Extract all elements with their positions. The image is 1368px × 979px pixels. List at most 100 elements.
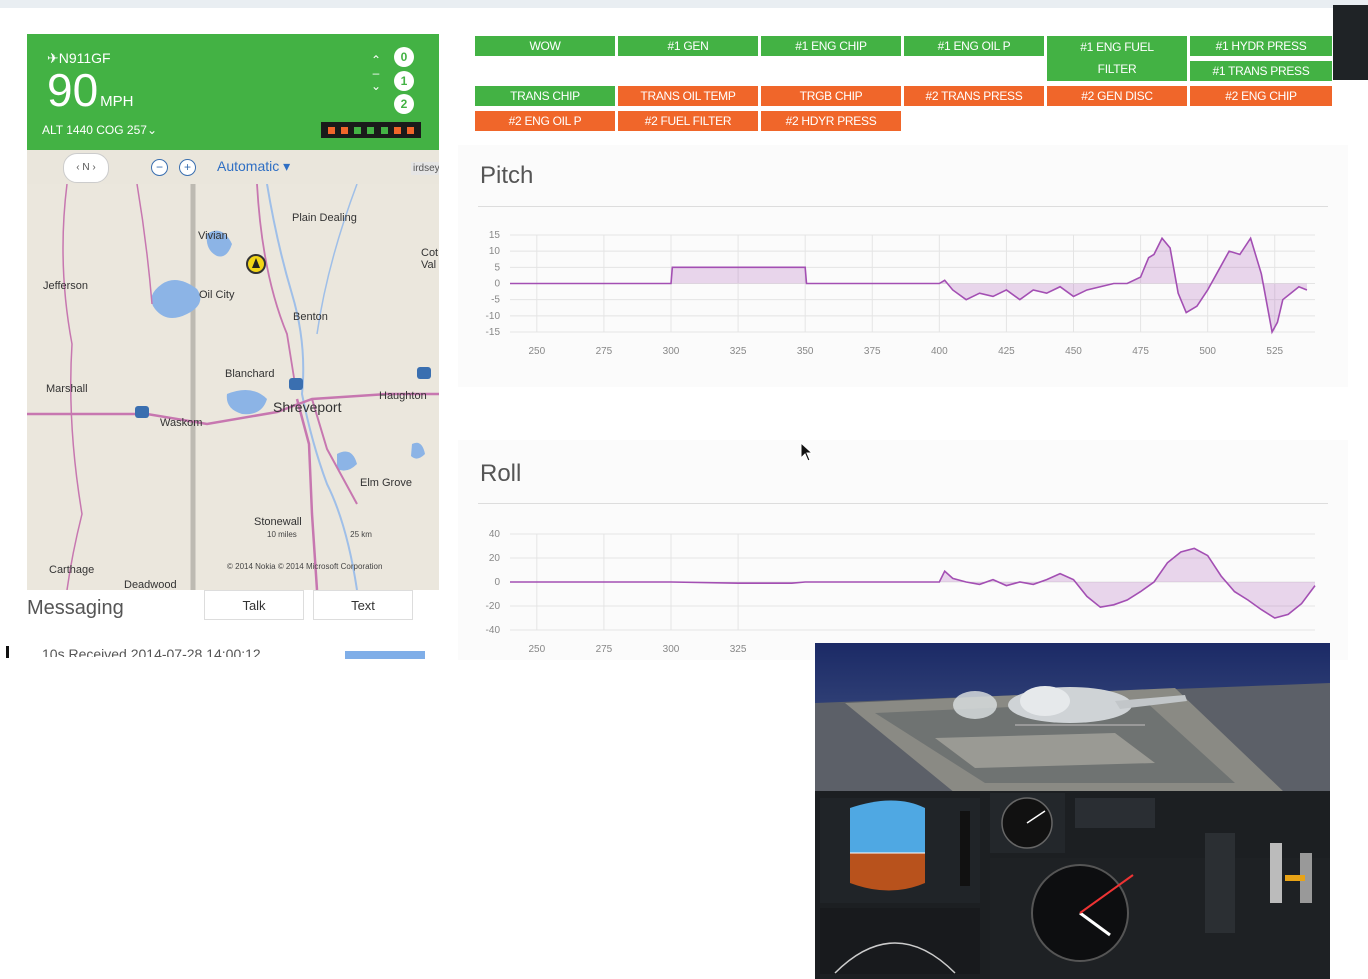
warning-1-eng-chip[interactable]: #1 ENG CHIP [761,36,901,56]
x-tick-label: 275 [596,346,613,357]
edge-marker [6,646,9,658]
message-highlight [345,651,425,659]
mouse-cursor [800,442,814,462]
zoom-out-button[interactable]: − [151,159,168,176]
y-tick-label: -5 [491,295,500,306]
y-tick-label: 0 [494,577,500,588]
x-tick-label: 275 [596,644,613,655]
warning-1-eng-oil-p[interactable]: #1 ENG OIL P [904,36,1044,56]
y-tick-label: 5 [494,262,500,273]
aircraft-card[interactable]: ✈N911GF 90 MPH ALT 1440 COG 257⌄ ⌃ – ⌄ 0 … [27,34,439,150]
flight-simulator-view[interactable] [815,643,1330,979]
status-light [328,126,336,134]
scale-miles: 10 miles [267,530,297,539]
place-label: Stonewall [254,516,302,528]
warning-trans-chip[interactable]: TRANS CHIP [475,86,615,106]
corner-panel [1333,5,1368,80]
messaging-title: Messaging [27,597,124,619]
level-1-badge[interactable]: 1 [394,71,414,91]
warning-1-eng-fuel-filter[interactable]: #1 ENG FUEL FILTER [1047,36,1187,81]
status-light [380,126,388,134]
warning-trgb-chip[interactable]: TRGB CHIP [761,86,901,106]
warning-trans-oil-temp[interactable]: TRANS OIL TEMP [618,86,758,106]
warning-2-gen-disc[interactable]: #2 GEN DISC [1047,86,1187,106]
birdseye-button[interactable]: irdseye [411,162,439,175]
status-light [367,126,375,134]
speed-readout: 90 MPH [47,66,134,126]
series-area [510,548,1315,618]
scale-km: 25 km [350,530,372,539]
warning-1-trans-press[interactable]: #1 TRANS PRESS [1190,61,1332,81]
warning-2-fuel-filter[interactable]: #2 FUEL FILTER [618,111,758,131]
place-label: Oil City [199,289,235,301]
y-tick-label: 40 [489,529,501,540]
altitude-arrows: ⌃ – ⌄ [366,54,386,93]
compass-control[interactable]: ‹ N › [63,153,109,183]
pitch-panel: Pitch 15 10 5 0 -5 -10 -15 250 275 300 325 350 375 40… [458,145,1348,387]
x-tick-label: 375 [864,346,881,357]
place-label: Blanchard [225,368,275,380]
status-light [341,126,349,134]
place-label: Jefferson [43,280,89,292]
zoom-in-button[interactable]: + [179,159,196,176]
place-label: Carthage [49,564,95,576]
warning-wow[interactable]: WOW [475,36,615,56]
warning-1-gen[interactable]: #1 GEN [618,36,758,56]
level-0-badge[interactable]: 0 [394,47,414,67]
roll-panel: Roll 40 20 0 -20 -40 250 275 300 325 [458,440,1348,660]
talk-button[interactable]: Talk [204,590,304,620]
map-style-dropdown[interactable]: Automatic ▾ [217,158,290,175]
warning-2-eng-oil-p[interactable]: #2 ENG OIL P [475,111,615,131]
place-label: Vivian [198,230,228,242]
map-canvas[interactable] [27,184,439,590]
status-light [406,126,414,134]
y-tick-label: 0 [494,279,500,290]
y-tick-label: 10 [489,246,501,257]
map[interactable]: ‹ N › − + Automatic ▾ irdseye Plain Deal… [27,150,439,590]
speed-value: 90 [47,64,99,116]
place-label: Benton [293,311,328,323]
place-label: Elm Grove [360,477,412,489]
speed-unit: MPH [100,93,134,110]
alt-cog-line: ALT 1440 COG 257⌄ [42,123,157,137]
message-received-line[interactable]: 10s Received 2014-07-28 14:00:12 [42,646,342,657]
warning-2-eng-chip[interactable]: #2 ENG CHIP [1190,86,1332,106]
place-label: Waskom [160,417,203,429]
y-tick-label: -20 [486,601,501,612]
panel-divider [478,503,1328,504]
roll-title: Roll [480,460,522,487]
x-tick-label: 300 [663,346,680,357]
y-tick-label: -15 [486,327,501,338]
x-tick-label: 475 [1132,346,1149,357]
map-toolbar: ‹ N › − + Automatic ▾ irdseye [27,150,439,184]
pitch-title: Pitch [480,162,534,189]
x-tick-label: 400 [931,346,948,357]
y-tick-label: -40 [486,625,501,636]
compass-north-label: N [82,162,90,173]
y-tick-label: 15 [489,230,501,241]
place-label: Cot Val [421,247,439,271]
warning-1-hydr-press[interactable]: #1 HYDR PRESS [1190,36,1332,56]
warning-2-trans-press[interactable]: #2 TRANS PRESS [904,86,1044,106]
status-light [393,126,401,134]
alt-cog-text: ALT 1440 COG 257 [42,123,147,137]
chevron-down-icon: ⌄ [370,79,382,93]
place-label-city: Shreveport [273,399,342,415]
text-button[interactable]: Text [313,590,413,620]
status-light [354,126,362,134]
place-label: Deadwood [124,579,177,590]
x-tick-label: 325 [730,346,747,357]
x-tick-label: 525 [1266,346,1283,357]
level-2-badge[interactable]: 2 [394,94,414,114]
y-tick-label: -10 [486,311,501,322]
map-scale: 10 miles 25 km [267,530,372,539]
x-tick-label: 325 [730,644,747,655]
place-label: Marshall [46,383,88,395]
place-label: Haughton [379,390,427,402]
warning-2-hdyr-press[interactable]: #2 HDYR PRESS [761,111,901,131]
map-copyright: © 2014 Nokia © 2014 Microsoft Corporatio… [227,562,383,571]
status-lights [321,122,421,138]
pitch-chart: 15 10 5 0 -5 -10 -15 250 275 300 325 350 375 400 425 45… [486,230,1315,357]
x-tick-label: 250 [528,346,545,357]
series-area [510,238,1307,332]
